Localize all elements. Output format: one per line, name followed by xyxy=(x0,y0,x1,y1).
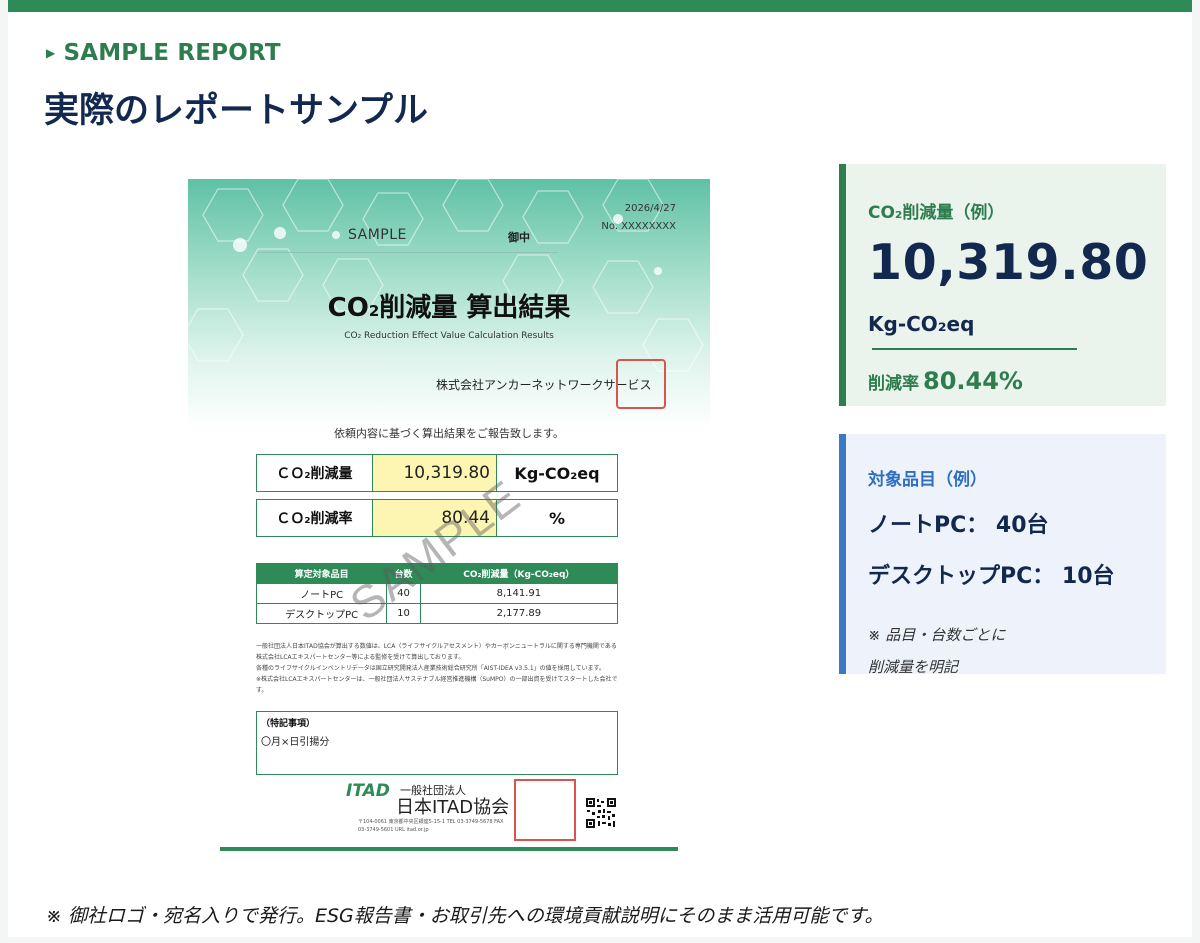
report-bottom-bar xyxy=(220,847,678,851)
report-date: 2026/4/27 xyxy=(624,203,676,214)
report-number: No. XXXXXXXX xyxy=(601,221,676,232)
reduction-amount-box: ＣＯ₂削減量 10,319.80 Kg-CO₂eq xyxy=(256,454,618,492)
section-eyebrow: ▶ SAMPLE REPORT xyxy=(46,40,281,66)
items-panel-label: 対象品目（例） xyxy=(868,470,987,490)
footer-note: ※ 御社ロゴ・宛名入りで発行。ESG報告書・お取引先への環境貢献説明にそのまま活… xyxy=(46,905,884,927)
report-title-prefix: CO xyxy=(327,293,369,323)
co2-panel-divider xyxy=(872,348,1077,350)
company-seal-stamp xyxy=(616,359,666,409)
special-notes-box: （特記事項） 〇月×日引揚分 xyxy=(256,711,618,775)
report-title-subscript: 2 xyxy=(368,302,380,320)
page-title: 実際のレポートサンプル xyxy=(44,91,428,131)
page-frame-right xyxy=(1192,0,1200,943)
itad-logo: ITAD xyxy=(346,781,390,801)
table-row: ノートPC 40 8,141.91 xyxy=(256,583,618,604)
qr-code-icon xyxy=(585,797,617,829)
report-title-main: 削減量 算出結果 xyxy=(379,293,571,323)
reduction-amount-unit: Kg-CO₂eq xyxy=(514,463,600,483)
items-panel-notebook: ノートPC： 40台 xyxy=(868,513,1049,538)
sample-report-document: 2026/4/27 No. XXXXXXXX SAMPLE 御中 CO2削減量 … xyxy=(188,179,710,855)
co2-panel-rate: 削減率 80.44% xyxy=(868,367,1023,395)
report-fine-print: 一般社団法人日本ITAD協会が算出する数値は、LCA（ライフサイクルアセスメント… xyxy=(256,641,618,696)
eyebrow-text: SAMPLE REPORT xyxy=(63,40,281,66)
table-cell: 2,177.89 xyxy=(419,603,618,624)
association-name: 日本ITAD協会 xyxy=(396,797,510,818)
page-frame-left xyxy=(0,0,8,943)
co2-panel-rate-label: 削減率 xyxy=(868,374,919,394)
report-intro: 依頼内容に基づく算出結果をご報告致します。 xyxy=(334,427,564,440)
special-notes-heading: （特記事項） xyxy=(261,719,316,729)
co2-panel-unit: Kg-CO₂eq xyxy=(868,312,975,336)
items-panel-note-line: 削減量を明記 xyxy=(868,658,959,676)
items-panel-desktop: デスクトップPC： 10台 xyxy=(868,564,1115,589)
co2-reduction-panel: CO₂削減量（例） 10,319.80 Kg-CO₂eq 削減率 80.44% xyxy=(839,164,1166,406)
co2-panel-rate-value: 80.44% xyxy=(923,367,1023,395)
special-notes-text: 〇月×日引揚分 xyxy=(261,737,330,748)
reduction-rate-label: ＣＯ₂削減率 xyxy=(257,500,373,536)
page-frame-bottom xyxy=(0,937,1200,943)
target-items-panel: 対象品目（例） ノートPC： 40台 デスクトップPC： 10台 ※ 品目・台数… xyxy=(839,434,1166,676)
association-seal-stamp xyxy=(514,779,576,841)
items-panel-note-line: ※ 品目・台数ごとに xyxy=(868,626,1006,644)
co2-panel-value: 10,319.80 xyxy=(868,234,1149,291)
report-title: CO2削減量 算出結果 xyxy=(188,287,710,324)
table-row: デスクトップPC 10 2,177.89 xyxy=(256,603,618,624)
fine-print-line: ※株式会社LCAエキスパートセンターは、一般社団法人サステナブル経営推進機構（S… xyxy=(256,676,618,694)
recipient-underline xyxy=(258,252,558,253)
co2-panel-label: CO₂削減量（例） xyxy=(868,203,1005,223)
report-title-english: CO₂ Reduction Effect Value Calculation R… xyxy=(344,331,554,341)
reduction-amount-label: ＣＯ₂削減量 xyxy=(257,455,373,491)
report-recipient: SAMPLE xyxy=(348,227,407,243)
triangle-icon: ▶ xyxy=(46,46,56,60)
fine-print-line: 一般社団法人日本ITAD協会が算出する数値は、LCA（ライフサイクルアセスメント… xyxy=(256,643,617,661)
table-cell: 8,141.91 xyxy=(419,583,618,604)
top-accent-bar xyxy=(8,0,1192,12)
fine-print-line: 各種のライフサイクルインベントリデータは国立研究開発法人産業技術総合研究所「AI… xyxy=(256,665,605,672)
association-address: 〒104-0061 東京都中央区銀座5-15-1 TEL 03-3749-567… xyxy=(358,819,504,833)
report-onchu: 御中 xyxy=(508,231,530,244)
